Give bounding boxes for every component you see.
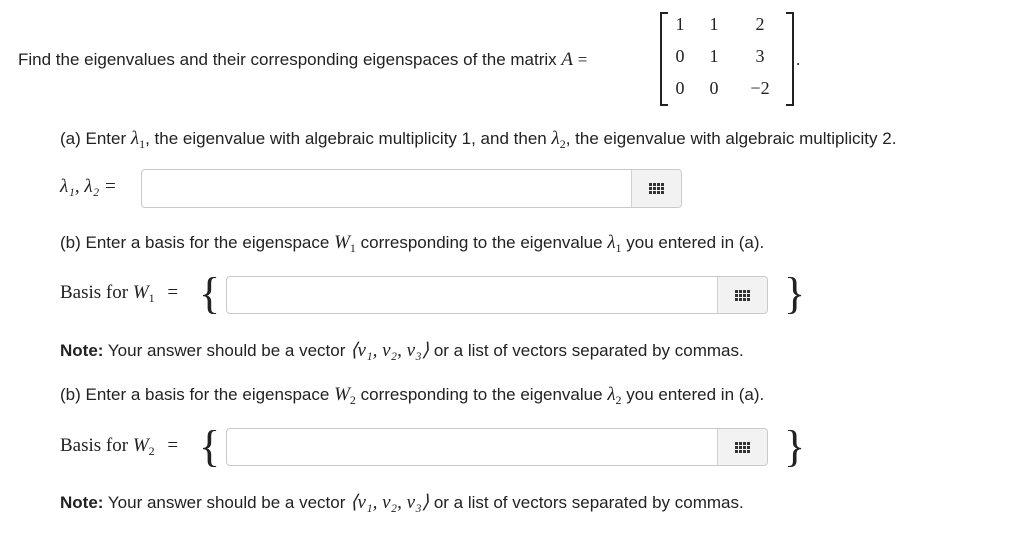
note-text: or a list of vectors separated by commas…: [433, 493, 744, 512]
basis-w2-input[interactable]: [226, 428, 768, 466]
question-prefix: Find the eigenvalues and their correspon…: [18, 50, 557, 69]
basis-label-text: Basis for: [60, 282, 129, 303]
matrix-cell: 1: [675, 14, 685, 34]
part-a-text: , the eigenvalue with algebraic multipli…: [565, 129, 897, 148]
matrix-cell: −2: [750, 78, 770, 98]
matrix-cell: 0: [675, 78, 685, 98]
keypad-button[interactable]: [717, 429, 767, 465]
part-b1-instructions: (b) Enter a basis for the eigenspace W1 …: [60, 232, 764, 256]
part-b2-text: corresponding to the eigenvalue: [360, 385, 603, 404]
part-b2-text: (b) Enter a basis for the eigenspace: [60, 385, 330, 404]
keypad-button[interactable]: [631, 170, 681, 207]
matrix-right-bracket: [786, 12, 794, 106]
subscript: 2: [615, 393, 622, 407]
matrix-variable: A: [561, 49, 574, 70]
matrix-cell: 0: [709, 78, 719, 98]
matrix-A: 1 1 2 0 1 3 0 0 −2: [660, 10, 794, 106]
subscript: 1: [615, 241, 622, 255]
part-b1-text: (b) Enter a basis for the eigenspace: [60, 233, 330, 252]
note-vector: ⟨v₁, v₂, v₃⟩: [350, 492, 430, 513]
part-b2-text: you entered in (a).: [626, 385, 765, 404]
w-symbol: W: [334, 384, 350, 405]
subscript: 2: [148, 444, 155, 458]
keypad-button[interactable]: [717, 277, 767, 313]
note-text: Your answer should be a vector: [107, 493, 346, 512]
lambda-symbol: λ: [130, 128, 140, 149]
matrix-left-bracket: [660, 12, 668, 106]
basis-w2-label: Basis for W2 =: [60, 435, 178, 459]
subscript: 1: [349, 241, 356, 255]
lambda-symbol: λ: [607, 232, 616, 253]
note-w2: Note: Your answer should be a vector ⟨v₁…: [60, 491, 744, 514]
part-b1-text: corresponding to the eigenvalue: [360, 233, 603, 252]
close-brace: }: [784, 269, 806, 318]
matrix-cell: 2: [755, 14, 765, 34]
w-symbol: W: [132, 435, 149, 456]
open-brace: {: [199, 269, 221, 318]
close-brace: }: [784, 422, 806, 471]
question-text: Find the eigenvalues and their correspon…: [18, 49, 587, 71]
basis-label-text: Basis for: [60, 435, 129, 456]
matrix-cell: 3: [755, 46, 765, 66]
open-brace: {: [199, 422, 221, 471]
equals-sign: =: [167, 282, 179, 303]
note-text: Your answer should be a vector: [107, 341, 346, 360]
part-a-text: , the eigenvalue with algebraic multipli…: [145, 129, 547, 148]
part-a-text: (a) Enter: [60, 129, 127, 148]
basis-w1-label: Basis for W1 =: [60, 282, 178, 306]
note-vector: ⟨v₁, v₂, v₃⟩: [350, 340, 430, 361]
eigenvalue-input[interactable]: [141, 169, 682, 208]
keypad-grid-icon: [649, 183, 664, 194]
part-b2-instructions: (b) Enter a basis for the eigenspace W2 …: [60, 384, 764, 408]
lambda-symbol: λ: [607, 384, 616, 405]
w-symbol: W: [132, 282, 149, 303]
lambda-input-label: λ₁, λ₂ =: [60, 176, 117, 197]
keypad-grid-icon: [735, 441, 750, 453]
part-a-instructions: (a) Enter λ1, the eigenvalue with algebr…: [60, 128, 896, 152]
note-w1: Note: Your answer should be a vector ⟨v₁…: [60, 339, 744, 362]
note-text: or a list of vectors separated by commas…: [433, 341, 744, 360]
basis-w1-input[interactable]: [226, 276, 768, 314]
subscript: 2: [349, 393, 356, 407]
matrix-cell: 1: [709, 14, 719, 34]
part-b1-text: you entered in (a).: [626, 233, 765, 252]
note-label: Note:: [60, 341, 104, 360]
note-label: Note:: [60, 493, 104, 512]
w-symbol: W: [334, 232, 350, 253]
matrix-cell: 0: [675, 46, 685, 66]
matrix-cell: 1: [709, 46, 719, 66]
question-period: .: [796, 50, 801, 69]
lambda-symbol: λ: [551, 128, 560, 149]
subscript: 1: [148, 291, 155, 305]
keypad-grid-icon: [735, 289, 750, 301]
equals-sign: =: [167, 435, 179, 456]
equals-sign: =: [577, 50, 588, 69]
